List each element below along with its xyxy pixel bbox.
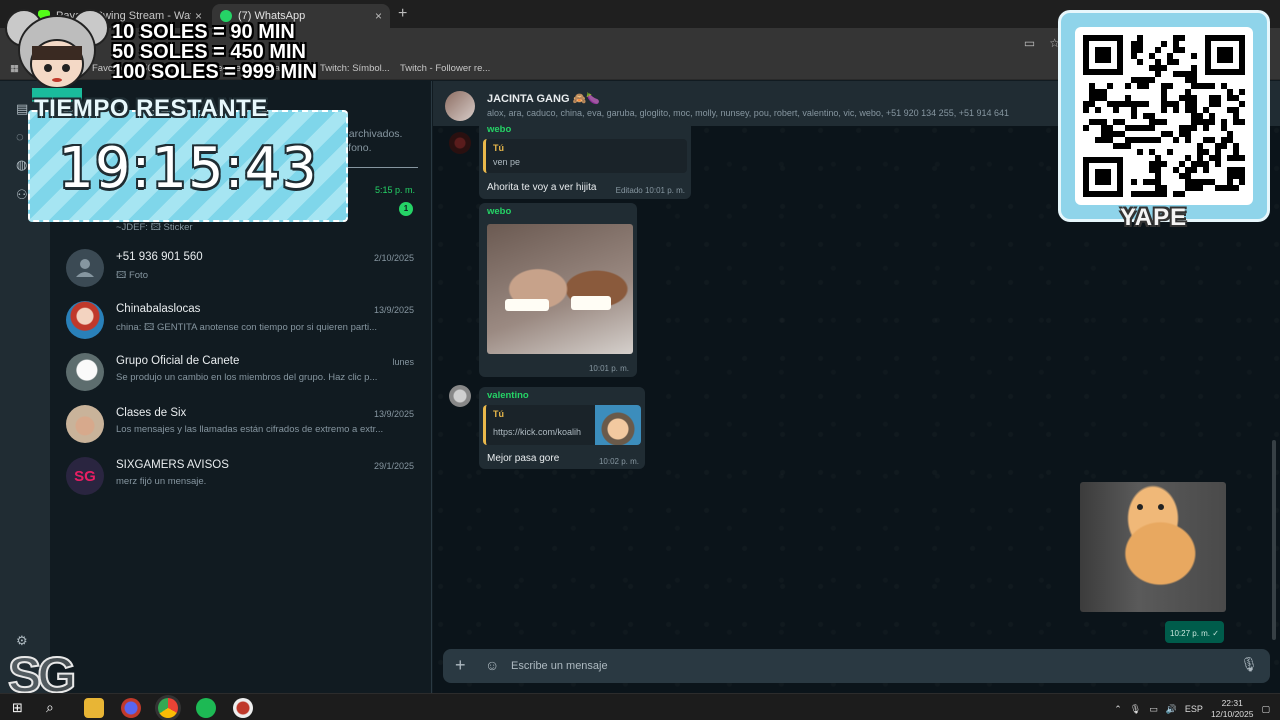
chat-preview: Los mensajes y las llamadas están cifrad… [116, 424, 384, 435]
chat-preview: 🖾 Foto [116, 270, 148, 281]
spotify-icon[interactable] [196, 698, 216, 718]
price-line: 50 SOLES = 450 MIN [112, 41, 306, 63]
message-bubble[interactable]: webo Tú ven pe Ahorita te voy a ver hiji… [479, 121, 691, 199]
notifications-icon[interactable]: ▢ [1261, 704, 1270, 715]
chat-date: lunes [392, 357, 414, 367]
divider [340, 167, 418, 168]
archived-notice: n archivados. léfono. [340, 128, 403, 154]
sender-name: webo [487, 124, 512, 135]
message-composer: + ☺ 🎙 [443, 649, 1270, 683]
message-text: Ahorita te voy a ver hijita [487, 182, 597, 193]
message-text: Mejor pasa gore [487, 453, 560, 464]
windows-taskbar: ⊞ ⌕ ⌃ 🎙 ▭ 🔊 ESP 22:31 12/10/2025 ▢ [0, 693, 1280, 720]
close-tab-icon[interactable]: × [375, 9, 382, 23]
link-thumbnail [595, 405, 641, 445]
chat-name: +51 936 901 560 [116, 251, 203, 263]
sixgamers-logo-icon: SG [66, 457, 104, 495]
sticker-icon[interactable]: ☺ [485, 657, 499, 673]
avatar [66, 353, 104, 391]
price-line: 100 SOLES = 999 MIN [112, 61, 318, 83]
default-avatar-icon [66, 249, 104, 287]
microphone-icon[interactable]: 🎙 [1130, 704, 1141, 715]
network-icon[interactable]: ▭ [1149, 704, 1158, 715]
clock-date: 12/10/2025 [1210, 709, 1254, 719]
system-tray: ⌃ 🎙 ▭ 🔊 ESP 22:31 12/10/2025 ▢ [1114, 698, 1270, 720]
message-input[interactable] [511, 653, 1211, 679]
price-line: 10 SOLES = 90 MIN [112, 21, 295, 43]
group-members: alox, ara, caduco, china, eva, garuba, g… [487, 108, 1009, 118]
quote-author: Tú [493, 409, 504, 419]
message-meta: 10:02 p. m. [598, 457, 639, 466]
avatar [66, 405, 104, 443]
scrollbar[interactable] [1272, 440, 1276, 640]
message-meta: 10:01 p. m. [588, 364, 629, 373]
new-tab-button[interactable]: + [398, 5, 407, 23]
clock-time: 22:31 [1221, 698, 1243, 708]
chat-name: Chinabalaslocas [116, 303, 201, 315]
timer-title: TIEMPO RESTANTE [34, 95, 268, 122]
qr-code [1075, 27, 1253, 205]
chat-name: SIXGAMERS AVISOS [116, 459, 229, 471]
chat-preview: ~JDEF: 🖾 Sticker [116, 222, 193, 233]
message-meta: Editado 10:01 p. m. [615, 186, 685, 195]
chat-item[interactable]: SG SIXGAMERS AVISOS 29/1/2025 merz fijó … [50, 449, 432, 501]
donation-prices: 10 SOLES = 90 MIN 50 SOLES = 450 MIN 100… [112, 22, 317, 82]
quote-text: ven pe [493, 157, 521, 167]
chat-date: 13/9/2025 [373, 409, 414, 419]
message-meta-bubble: 10:27 p. m. ✓ [1165, 621, 1224, 643]
chat-item[interactable]: Clases de Six 13/9/2025 Los mensajes y l… [50, 397, 432, 449]
unread-badge: 1 [399, 202, 413, 216]
group-avatar[interactable] [445, 91, 475, 121]
chat-name: Clases de Six [116, 407, 187, 419]
chat-time: 5:15 p. m. [375, 185, 416, 195]
volume-icon[interactable]: 🔊 [1166, 704, 1177, 715]
chat-preview: merz fijó un mensaje. [116, 476, 207, 487]
language-indicator[interactable]: ESP [1185, 704, 1203, 714]
chat-date: 13/9/2025 [373, 305, 414, 315]
koala-avatar-overlay [2, 2, 112, 102]
chrome-icon[interactable] [158, 698, 178, 718]
chat-date: 2/10/2025 [373, 253, 414, 263]
chat-date: 29/1/2025 [373, 461, 414, 471]
chat-preview: Se produjo un cambio en los miembros del… [116, 372, 378, 383]
avatar [66, 301, 104, 339]
quoted-message[interactable]: Tú ven pe [483, 139, 687, 173]
chevron-up-icon[interactable]: ⌃ [1114, 704, 1122, 715]
obs-icon[interactable] [233, 698, 253, 718]
chat-item[interactable]: +51 936 901 560 2/10/2025 🖾 Foto [50, 241, 432, 293]
microphone-icon[interactable]: 🎙 [1240, 656, 1258, 673]
countdown-timer-panel: 19:15:43 [28, 110, 348, 222]
bookmark-item[interactable]: Twitch: Símbol... [320, 63, 390, 74]
windows-start-icon[interactable]: ⊞ [12, 700, 23, 716]
cast-icon[interactable]: ▭ [1024, 36, 1035, 50]
app-icon[interactable] [121, 698, 141, 718]
attach-plus-icon[interactable]: + [455, 655, 466, 676]
clock[interactable]: 22:31 12/10/2025 [1211, 698, 1254, 720]
yape-label: YAPE [1120, 204, 1188, 231]
quoted-message[interactable]: Tú https://kick.com/koalih [483, 405, 641, 445]
quote-text: https://kick.com/koalih [493, 427, 582, 437]
message-bubble[interactable]: webo 10:01 p. m. [479, 203, 637, 377]
yape-qr-panel [1058, 10, 1270, 222]
chat-item[interactable]: Chinabalaslocas 13/9/2025 china: 🖾 GENTI… [50, 293, 432, 345]
avatar [449, 132, 471, 154]
message-bubble[interactable]: valentino Tú https://kick.com/koalih Mej… [479, 387, 645, 469]
file-explorer-icon[interactable] [84, 698, 104, 718]
message-meta: 10:27 p. m. ✓ [1170, 629, 1219, 638]
quote-author: Tú [493, 143, 504, 153]
chat-name: Grupo Oficial de Canete [116, 355, 240, 367]
meme-image[interactable] [487, 224, 633, 354]
kitten-sticker[interactable] [1080, 482, 1226, 612]
group-name: JACINTA GANG 🙈🍆 [487, 93, 600, 105]
avatar [449, 385, 471, 407]
bookmark-item[interactable]: Twitch - Follower re... [400, 63, 490, 74]
sender-name: valentino [487, 390, 529, 401]
search-icon[interactable]: ⌕ [46, 699, 54, 716]
sender-name: webo [487, 206, 512, 217]
timer-value: 19:15:43 [58, 136, 318, 201]
chat-item[interactable]: Grupo Oficial de Canete lunes Se produjo… [50, 345, 432, 397]
chat-preview: china: 🖾 GENTITA anotense con tiempo por… [116, 322, 377, 333]
